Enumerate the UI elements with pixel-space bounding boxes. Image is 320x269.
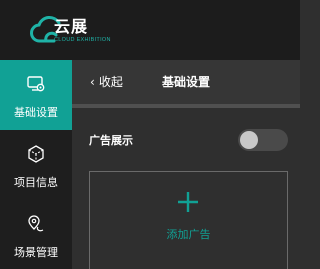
add-ad-button[interactable]: 添加广告	[89, 171, 288, 269]
collapse-button[interactable]: ‹ 收起	[90, 73, 123, 91]
toggle-knob	[240, 131, 258, 149]
settings-panel: 广告展示 添加广告	[72, 108, 300, 269]
location-pin-icon	[28, 215, 44, 232]
sidebar-item-basic-settings[interactable]: 基础设置	[0, 60, 72, 130]
panel-header: ‹ 收起 基础设置	[72, 60, 300, 104]
plus-icon	[178, 192, 198, 212]
sidebar: 基础设置 项目信息 场景管理	[0, 60, 72, 269]
brand-tagline: CLOUD EXHIBITION	[54, 37, 111, 43]
cube-icon	[28, 145, 44, 163]
settings-screen-icon	[27, 76, 45, 92]
app-header: 云展 CLOUD EXHIBITION	[0, 0, 300, 60]
panel-title: 基础设置	[162, 75, 211, 89]
ad-display-toggle[interactable]	[238, 129, 288, 151]
brand-name: 云展	[54, 17, 89, 36]
add-ad-label: 添加广告	[166, 228, 211, 241]
sidebar-item-label: 项目信息	[14, 176, 58, 189]
sidebar-item-scene-management[interactable]: 场景管理	[0, 200, 72, 269]
sidebar-item-project-info[interactable]: 项目信息	[0, 130, 72, 200]
sidebar-item-label: 场景管理	[14, 246, 58, 259]
collapse-label: 收起	[98, 75, 123, 89]
chevron-left-icon: ‹	[90, 75, 95, 89]
sidebar-item-label: 基础设置	[14, 106, 58, 119]
ad-display-label: 广告展示	[89, 134, 133, 147]
